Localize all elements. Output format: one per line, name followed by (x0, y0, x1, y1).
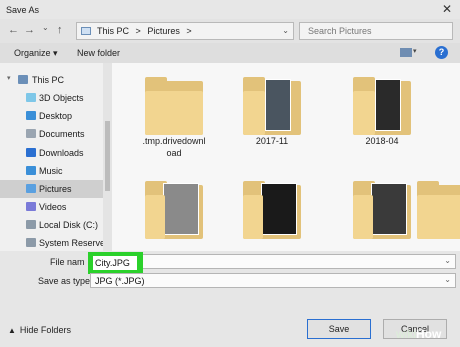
sidebar-item-pictures[interactable]: Pictures (0, 180, 103, 198)
save-form: File nam ⌄ City.JPG Save as type: JPG (*… (0, 251, 460, 295)
photo-thumbnail (261, 183, 297, 235)
sidebar-item-local-disk[interactable]: Local Disk (C:) (0, 216, 103, 234)
forward-arrow-icon[interactable]: → (24, 24, 35, 36)
sidebar-item-label: Local Disk (C:) (39, 220, 99, 230)
search-placeholder: Search Pictures (308, 26, 372, 36)
file-name-value[interactable]: City.JPG (93, 256, 137, 270)
cube-icon (26, 93, 36, 102)
hide-folders-button[interactable]: ▲ Hide Folders (8, 325, 71, 335)
address-dropdown-icon[interactable]: ⌄ (282, 26, 289, 35)
view-options-icon[interactable] (400, 48, 412, 57)
save-as-type-select[interactable]: JPG (*.JPG) ⌄ (90, 273, 456, 288)
download-icon (26, 148, 36, 157)
navigation-pane: ▾ This PC 3D Objects Desktop Documents D… (0, 63, 112, 251)
folder-icon (243, 181, 301, 239)
folder-label: 2017-11 (255, 136, 289, 146)
sidebar-item-label: 3D Objects (39, 93, 84, 103)
music-icon (26, 166, 36, 175)
up-arrow-icon[interactable]: ↑ (57, 24, 63, 36)
sidebar-item-label: This PC (32, 75, 65, 85)
breadcrumb-separator-icon[interactable]: > (136, 26, 141, 36)
toolbar: Organize ▾ New folder ▾ ? (0, 43, 460, 63)
computer-icon (18, 75, 28, 84)
save-as-type-label: Save as type: (38, 276, 93, 286)
sidebar-item-documents[interactable]: Documents (0, 125, 103, 143)
caret-up-icon: ▲ (8, 326, 16, 335)
chevron-down-icon[interactable]: ⌄ (444, 256, 451, 265)
breadcrumb: This PC > Pictures > (97, 26, 196, 36)
folder-icon (417, 181, 460, 239)
drive-icon (26, 238, 36, 247)
sidebar-item-label: System Reserved (39, 238, 111, 248)
sidebar-item-label: Desktop (39, 111, 73, 121)
folder-icon (145, 77, 203, 135)
photo-thumbnail (371, 183, 407, 235)
breadcrumb-pictures[interactable]: Pictures (147, 26, 180, 36)
search-box[interactable]: Search Pictures (299, 22, 453, 40)
desktop-icon (26, 111, 36, 120)
new-folder-button[interactable]: New folder (77, 48, 120, 58)
address-bar[interactable]: This PC > Pictures > ⌄ (76, 22, 294, 40)
computer-icon (81, 27, 91, 35)
folder-icon (353, 181, 411, 239)
document-icon (26, 129, 36, 138)
folder-label: 2018-04 (365, 136, 399, 146)
wikihow-logo: wikiHow (396, 327, 442, 341)
sidebar-item-downloads[interactable]: Downloads (0, 144, 103, 162)
hide-folders-label: Hide Folders (19, 325, 71, 335)
help-icon[interactable]: ? (435, 46, 448, 59)
sidebar-item-label: Documents (39, 129, 85, 139)
folder-icon (353, 77, 411, 135)
sidebar-item-system-reserved[interactable]: System Reserved (0, 234, 110, 252)
title-bar: Save As ✕ (0, 0, 460, 19)
file-name-field[interactable]: ⌄ (90, 254, 456, 269)
save-as-type-value: JPG (*.JPG) (95, 276, 145, 286)
address-row: ← → ⌄ ↑ This PC > Pictures > ⌄ Search Pi… (0, 19, 460, 43)
sidebar-item-desktop[interactable]: Desktop (0, 107, 103, 125)
back-arrow-icon[interactable]: ← (8, 24, 19, 36)
sidebar-item-this-pc[interactable]: ▾ This PC (0, 71, 103, 89)
highlight-box: City.JPG (88, 252, 143, 274)
folder-icon (145, 181, 203, 239)
sidebar-scrollbar-thumb[interactable] (105, 121, 110, 191)
file-name-label: File nam (50, 257, 85, 267)
chevron-down-icon[interactable]: ⌄ (444, 275, 451, 284)
sidebar-item-videos[interactable]: Videos (0, 198, 103, 216)
sidebar-item-label: Downloads (39, 148, 84, 158)
save-button[interactable]: Save (307, 319, 371, 339)
organize-button[interactable]: Organize ▾ (14, 48, 58, 59)
view-dropdown-icon[interactable]: ▾ (413, 47, 417, 55)
video-icon (26, 202, 36, 211)
folder-label: .tmp.drivedownl oad (142, 136, 206, 158)
photo-thumbnail (375, 79, 401, 131)
photo-thumbnail (265, 79, 291, 131)
photo-thumbnail (163, 183, 199, 235)
folder-icon (243, 77, 301, 135)
window-title: Save As (6, 5, 40, 15)
recent-locations-chevron-icon[interactable]: ⌄ (42, 23, 49, 32)
sidebar-scrollbar[interactable] (103, 63, 112, 251)
sidebar-item-label: Pictures (39, 184, 72, 194)
sidebar-item-label: Music (39, 166, 63, 176)
pictures-icon (26, 184, 36, 193)
chevron-down-icon[interactable]: ▾ (7, 74, 11, 82)
drive-icon (26, 220, 36, 229)
dialog-footer: ▲ Hide Folders Save Cancel wikiHow (0, 295, 460, 347)
close-icon[interactable]: ✕ (442, 2, 452, 16)
file-list: .tmp.drivedownl oad 2017-11 2018-04 (112, 63, 460, 251)
sidebar-item-3d-objects[interactable]: 3D Objects (0, 89, 103, 107)
breadcrumb-separator-icon[interactable]: > (186, 26, 191, 36)
sidebar-item-label: Videos (39, 202, 67, 212)
sidebar-item-music[interactable]: Music (0, 162, 103, 180)
breadcrumb-this-pc[interactable]: This PC (97, 26, 129, 36)
